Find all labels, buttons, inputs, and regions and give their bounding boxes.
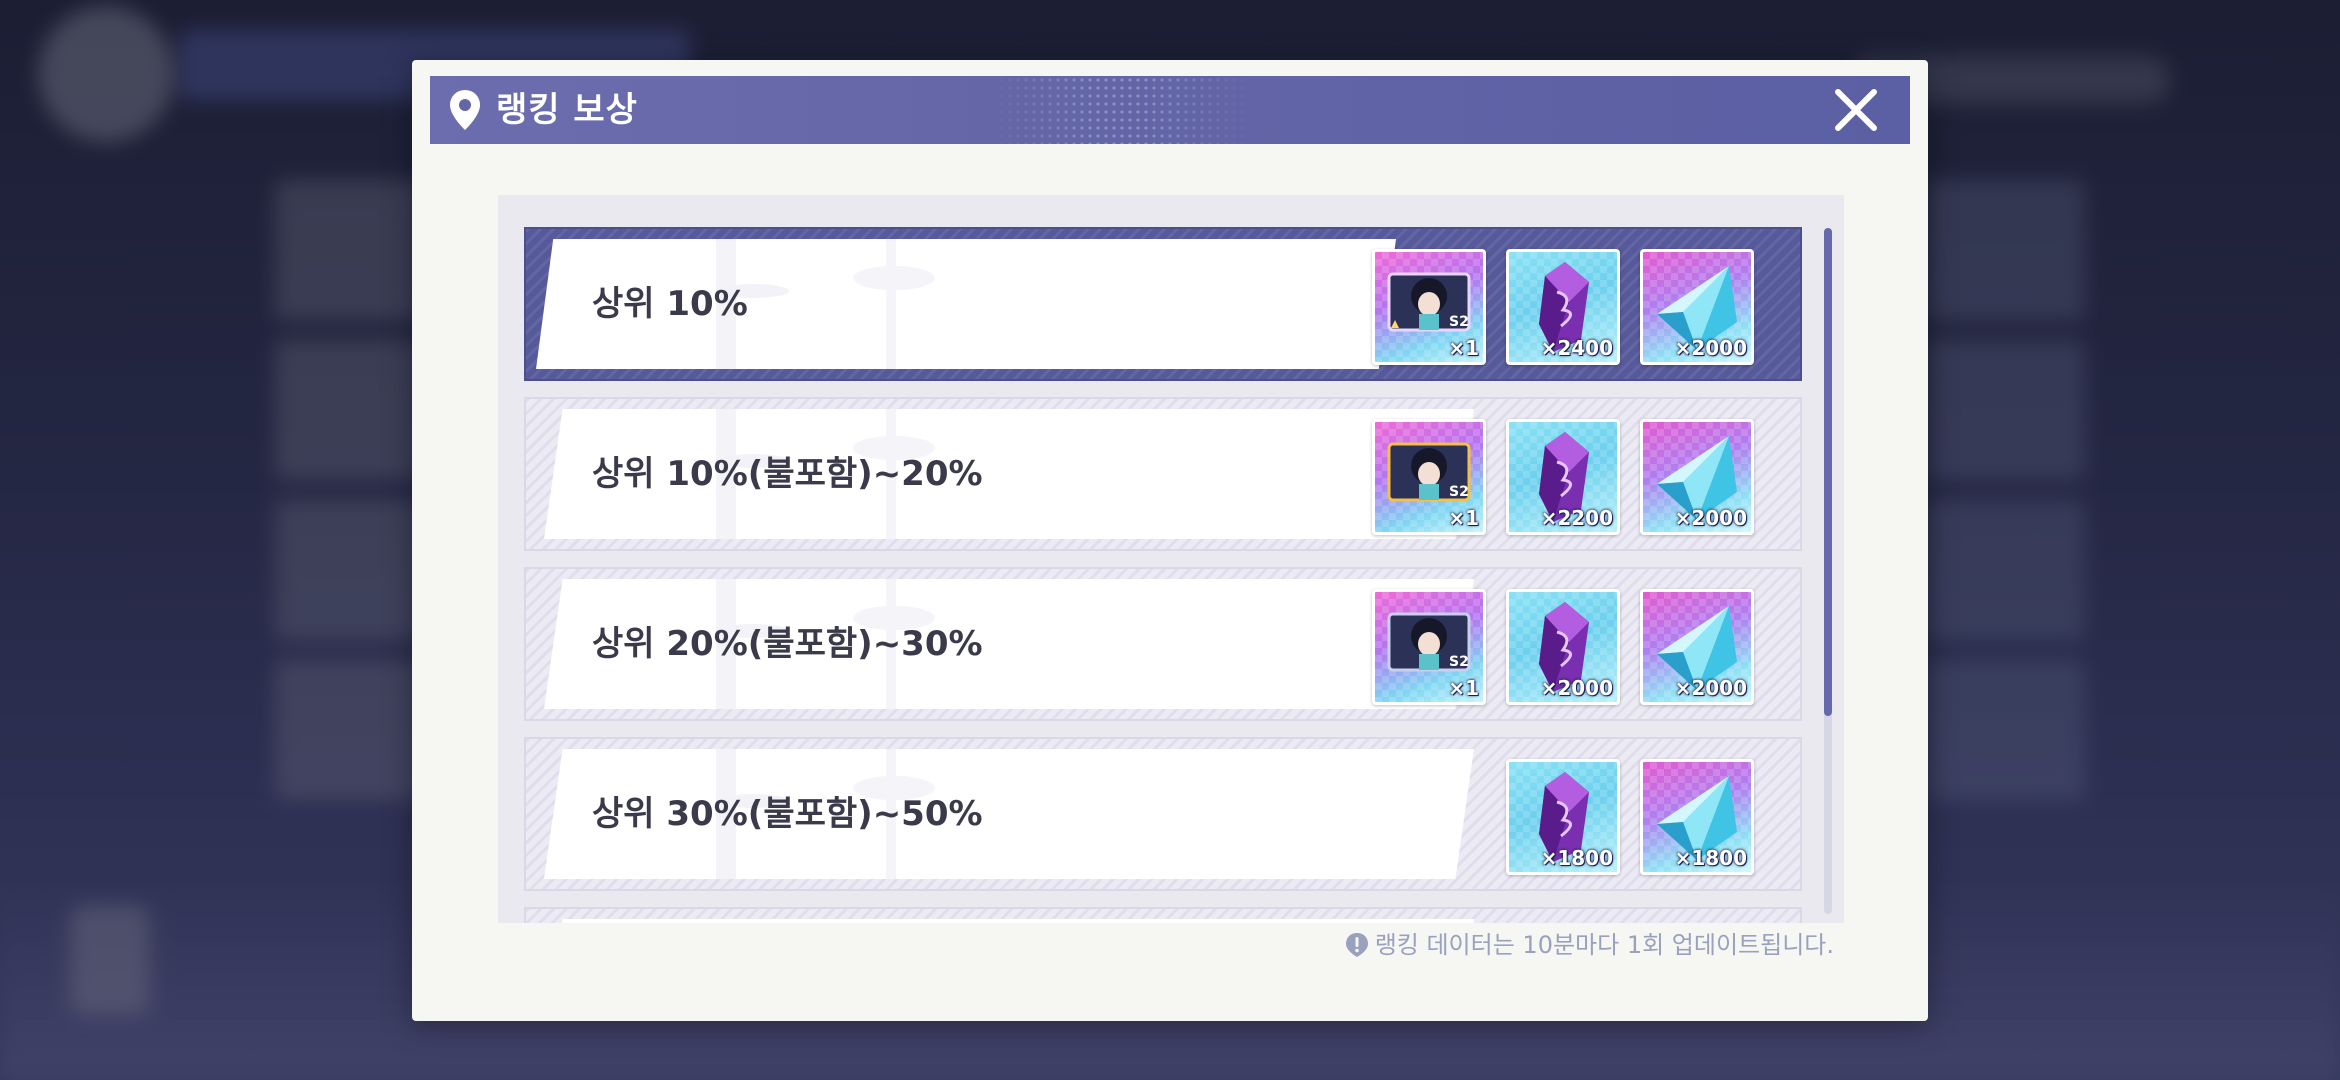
reward-row[interactable]: 상위 10%(불포함)~20% S2 ×1 ×2200 ×2000 [524, 397, 1802, 551]
close-icon [1835, 89, 1877, 131]
reward-list[interactable]: 상위 10% S2 ×1 ×2400 ×2000 상위 10%(불포함)~20%… [498, 195, 1844, 923]
rank-label: 상위 20%(불포함)~30% [592, 624, 983, 664]
reward-quantity: ×2000 [1674, 336, 1747, 360]
reward-items: S2 ×1 ×2400 ×2000 [1372, 249, 1754, 365]
character-card-reward[interactable]: S2 ×1 [1372, 419, 1486, 535]
ranking-reward-modal: 랭킹 보상 상위 10% S2 ×1 ×2400 ×2000 상위 10%(불포… [412, 60, 1928, 1021]
header-dot-pattern [990, 76, 1250, 144]
blue-gem-reward[interactable]: ×2000 [1640, 589, 1754, 705]
reward-row[interactable]: 상위 20%(불포함)~30% S2 ×1 ×2000 ×2000 [524, 567, 1802, 721]
reward-items: S2 ×1 ×2000 ×2000 [1372, 589, 1754, 705]
reward-quantity: ×1 [1448, 506, 1479, 530]
update-notice: 랭킹 데이터는 10분마다 1회 업데이트됩니다. [1345, 928, 1834, 962]
reward-quantity: ×1800 [1540, 846, 1613, 870]
reward-quantity: ×2000 [1540, 676, 1613, 700]
blue-gem-reward[interactable]: ×2000 [1640, 249, 1754, 365]
blue-gem-reward[interactable]: ×1800 [1640, 759, 1754, 875]
svg-text:S2: S2 [1449, 654, 1469, 670]
reward-quantity: ×2000 [1674, 676, 1747, 700]
scrollbar-thumb[interactable] [1824, 228, 1832, 716]
modal-title: 랭킹 보상 [496, 90, 638, 130]
modal-header: 랭킹 보상 [430, 76, 1910, 144]
rank-label: 상위 30%(불포함)~50% [592, 794, 983, 834]
reward-quantity: ×2400 [1540, 336, 1613, 360]
purple-crystal-reward[interactable]: ×2000 [1506, 589, 1620, 705]
purple-crystal-reward[interactable]: ×1800 [1506, 759, 1620, 875]
reward-quantity: ×1800 [1674, 846, 1747, 870]
rank-plate [544, 919, 1474, 923]
reward-items: ×1800 ×1800 [1506, 759, 1754, 875]
reward-quantity: ×2000 [1674, 506, 1747, 530]
reward-items: S2 ×1 ×2200 ×2000 [1372, 419, 1754, 535]
purple-crystal-reward[interactable]: ×2200 [1506, 419, 1620, 535]
blue-gem-reward[interactable]: ×2000 [1640, 419, 1754, 535]
close-button[interactable] [1832, 86, 1880, 134]
scrollbar[interactable] [1824, 228, 1832, 914]
reward-quantity: ×2200 [1540, 506, 1613, 530]
character-card-reward[interactable]: S2 ×1 [1372, 249, 1486, 365]
character-card-reward[interactable]: S2 ×1 [1372, 589, 1486, 705]
svg-text:S2: S2 [1449, 314, 1469, 330]
map-pin-icon [450, 90, 480, 130]
reward-row[interactable]: 상위 10% S2 ×1 ×2400 ×2000 [524, 227, 1802, 381]
svg-text:S2: S2 [1449, 484, 1469, 500]
info-icon [1345, 933, 1368, 957]
reward-row[interactable] [524, 907, 1802, 923]
reward-quantity: ×1 [1448, 676, 1479, 700]
reward-row[interactable]: 상위 30%(불포함)~50% ×1800 ×1800 [524, 737, 1802, 891]
update-notice-text: 랭킹 데이터는 10분마다 1회 업데이트됩니다. [1374, 931, 1834, 959]
rank-label: 상위 10% [592, 284, 748, 324]
reward-quantity: ×1 [1448, 336, 1479, 360]
rank-label: 상위 10%(불포함)~20% [592, 454, 983, 494]
purple-crystal-reward[interactable]: ×2400 [1506, 249, 1620, 365]
